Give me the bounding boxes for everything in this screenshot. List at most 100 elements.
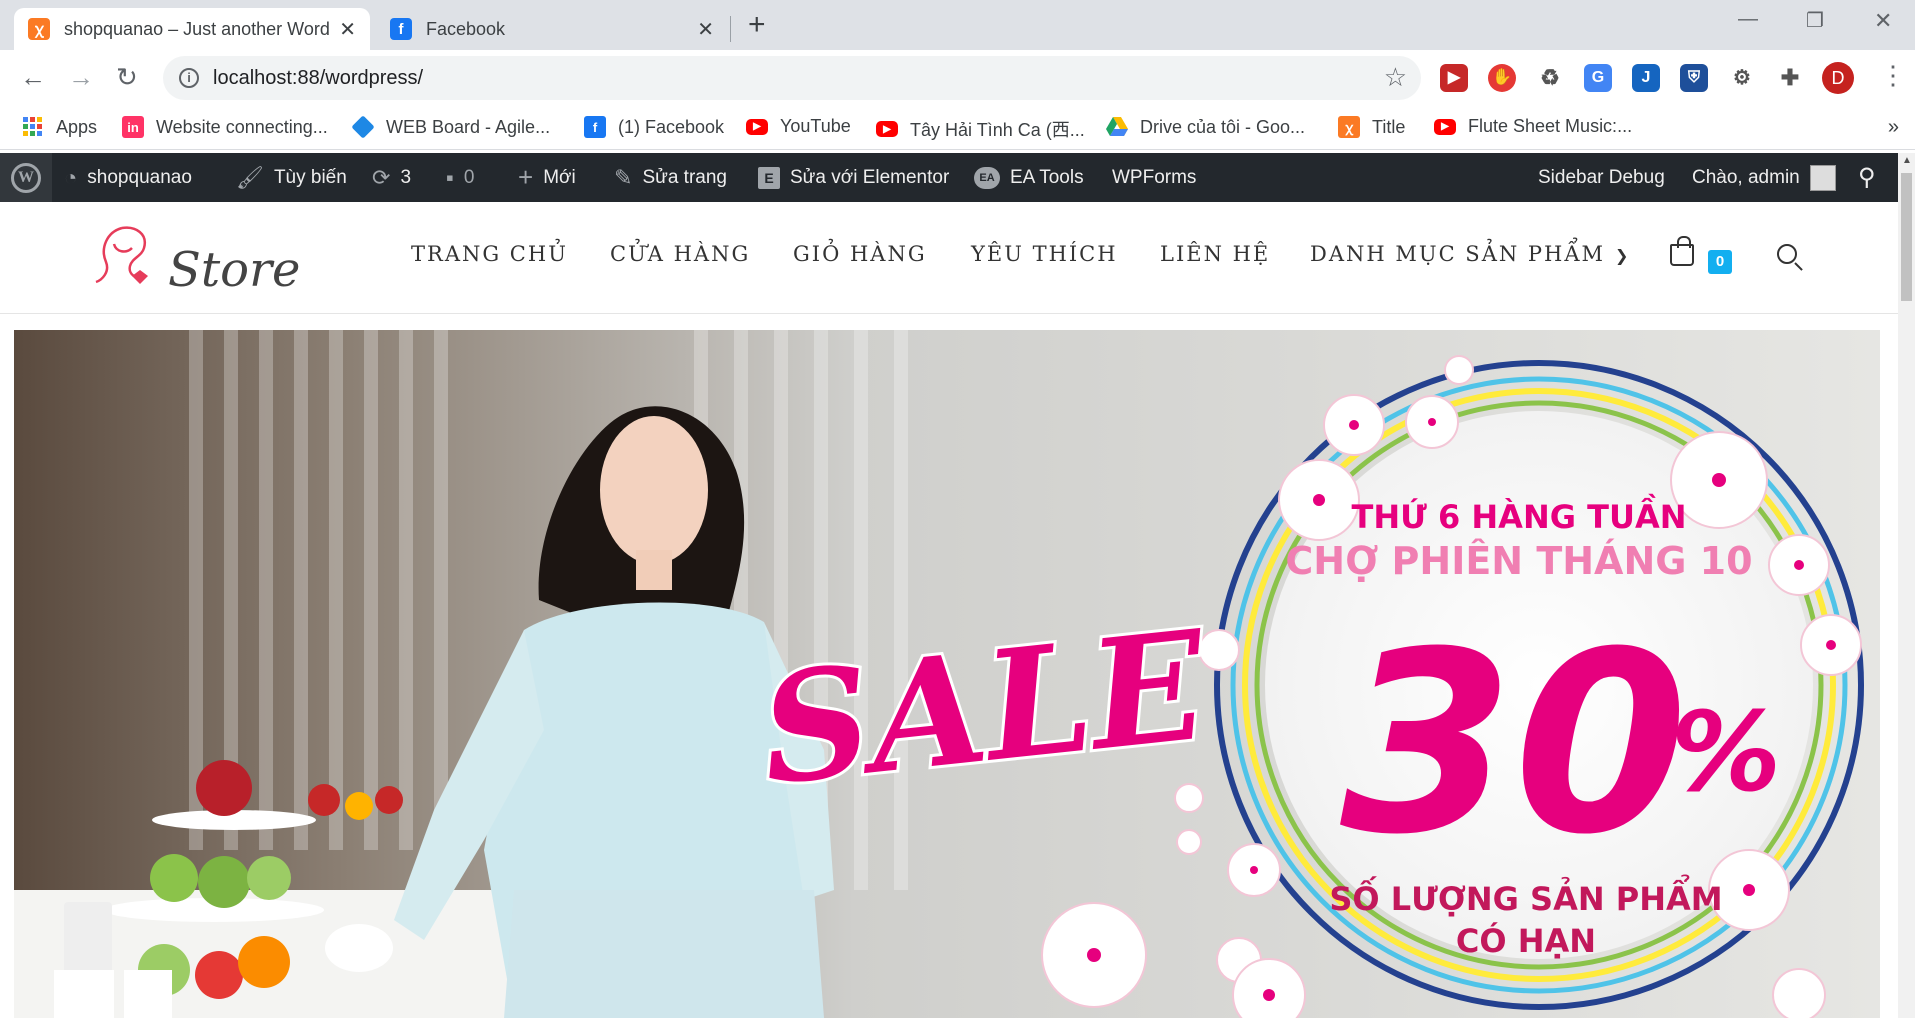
comment-bubble-icon: ▪: [446, 164, 454, 190]
nav-home[interactable]: TRANG CHỦ: [411, 242, 568, 266]
address-url[interactable]: localhost:88/wordpress/: [213, 67, 423, 90]
dashboard-gauge-icon: ◔: [64, 164, 78, 190]
bookmark-facebook[interactable]: f (1) Facebook: [584, 116, 724, 138]
bookmark-tay-hai-tinh-ca[interactable]: ▶ Tây Hải Tình Ca (西...: [876, 116, 1085, 142]
extension-bike-icon[interactable]: ⚙: [1728, 64, 1756, 92]
reload-icon[interactable]: ↻: [116, 62, 138, 92]
restore-window-icon[interactable]: ❐: [1806, 8, 1824, 33]
admin-edit-page[interactable]: ✎ Sửa trang: [614, 153, 727, 202]
bookmark-website-connecting[interactable]: in Website connecting...: [122, 116, 328, 138]
bookmark-drive[interactable]: Drive của tôi - Goo...: [1106, 116, 1305, 138]
admin-search[interactable]: ⚲: [1858, 153, 1876, 202]
nav-shop[interactable]: CỬA HÀNG: [610, 242, 750, 266]
drive-icon: [1106, 116, 1128, 138]
banner-line3: SỐ LƯỢNG SẢN PHẨM: [1329, 875, 1722, 918]
site-info-icon[interactable]: i: [179, 68, 199, 88]
logo-woman-silhouette: [95, 226, 148, 284]
pencil-icon: ✎: [614, 164, 633, 190]
browser-menu-icon[interactable]: ⋮: [1880, 60, 1906, 91]
chevron-down-icon: ❯: [1615, 246, 1631, 265]
close-window-icon[interactable]: ✕: [1874, 8, 1892, 34]
extension-recycle-icon[interactable]: ♻: [1536, 64, 1564, 92]
admin-avatar: [1809, 164, 1836, 191]
elementor-icon: E: [758, 166, 780, 189]
bookmark-apps[interactable]: Apps: [22, 116, 97, 138]
bookmark-label: WEB Board - Agile...: [386, 116, 551, 137]
cart-count-badge: 0: [1708, 250, 1732, 274]
bookmark-label: Flute Sheet Music:...: [1468, 116, 1633, 136]
banner-artwork: THỨ 6 HÀNG TUẦN CHỢ PHIÊN THÁNG 10 SALE …: [14, 330, 1880, 1018]
nav-contact[interactable]: LIÊN HỆ: [1160, 242, 1270, 266]
tab-title: Facebook: [426, 18, 506, 39]
bookmark-title[interactable]: ꭓ Title: [1338, 116, 1405, 138]
browser-toolbar: ← → ↻ i localhost:88/wordpress/ ☆ ▶ ✋ ♻ …: [0, 50, 1915, 106]
admin-greeting-label: Chào, admin: [1692, 166, 1800, 188]
nav-cart[interactable]: GIỎ HÀNG: [793, 242, 927, 266]
admin-account[interactable]: Chào, admin: [1692, 153, 1836, 202]
admin-elementor[interactable]: E Sửa với Elementor: [758, 153, 949, 202]
admin-updates[interactable]: ⟳ 3: [372, 153, 411, 202]
nav-product-categories[interactable]: DANH MỤC SẢN PHẨM ❯: [1310, 242, 1630, 266]
bookmark-flute-sheet-music[interactable]: ▶ Flute Sheet Music:...: [1434, 116, 1632, 137]
admin-customize[interactable]: 🖌 Tùy biến: [236, 153, 347, 202]
apps-grid-icon: [22, 116, 44, 138]
hero-sale-banner[interactable]: THỨ 6 HÀNG TUẦN CHỢ PHIÊN THÁNG 10 SALE …: [14, 330, 1880, 1018]
youtube-icon: ▶: [1434, 118, 1456, 135]
new-tab-button[interactable]: +: [748, 8, 766, 42]
xampp-icon: ꭓ: [28, 18, 50, 40]
extensions-puzzle-icon[interactable]: ✚: [1776, 64, 1804, 92]
browser-tab-strip: ꭓ shopquanao – Just another Word ✕ f Fac…: [0, 0, 1915, 50]
bookmarks-overflow-icon[interactable]: »: [1888, 116, 1899, 139]
page-scrollbar[interactable]: ▲: [1898, 153, 1915, 1018]
profile-avatar[interactable]: D: [1822, 62, 1854, 94]
tab-separator: [730, 16, 731, 42]
paintbrush-icon: 🖌: [236, 164, 264, 190]
wp-admin-bar: W ◔ shopquanao 🖌 Tùy biến ⟳ 3 ▪ 0 + Mới …: [0, 153, 1898, 202]
tab-facebook[interactable]: f Facebook ✕: [376, 8, 728, 50]
nav-wishlist[interactable]: YÊU THÍCH: [971, 242, 1118, 266]
admin-ea-tools-label: EA Tools: [1010, 166, 1084, 188]
bookmark-web-board[interactable]: WEB Board - Agile...: [351, 115, 551, 139]
admin-comments[interactable]: ▪ 0: [446, 153, 474, 202]
site-header: Store TRANG CHỦ CỬA HÀNG GIỎ HÀNG YÊU TH…: [0, 202, 1898, 314]
site-logo[interactable]: Store: [92, 218, 300, 298]
mug-right: [124, 970, 172, 1018]
bookmark-star-icon[interactable]: ☆: [1384, 62, 1407, 93]
extension-translate-icon[interactable]: G: [1584, 64, 1612, 92]
banner-line2: CHỢ PHIÊN THÁNG 10: [1285, 539, 1752, 583]
extension-j-icon[interactable]: J: [1632, 64, 1660, 92]
extension-shield-icon[interactable]: ⛨: [1680, 64, 1708, 92]
extension-video-icon[interactable]: ▶: [1440, 64, 1468, 92]
address-bar[interactable]: i localhost:88/wordpress/ ☆: [163, 56, 1421, 100]
admin-site-name[interactable]: ◔ shopquanao: [64, 153, 192, 202]
admin-new[interactable]: + Mới: [518, 153, 576, 202]
banner-percent-sign: %: [1671, 688, 1781, 816]
admin-new-label: Mới: [543, 166, 576, 188]
bookmark-label: Apps: [56, 116, 98, 137]
bookmark-label: YouTube: [780, 116, 851, 136]
banner-line4: CÓ HẠN: [1456, 921, 1596, 960]
tab-shopquanao[interactable]: ꭓ shopquanao – Just another Word ✕: [14, 8, 370, 50]
admin-sidebar-debug[interactable]: Sidebar Debug: [1538, 153, 1665, 202]
admin-edit-page-label: Sửa trang: [642, 166, 727, 188]
close-tab-icon[interactable]: ✕: [339, 17, 356, 42]
facebook-icon: f: [584, 116, 606, 138]
updates-refresh-icon: ⟳: [372, 164, 391, 190]
scrollbar-thumb[interactable]: [1901, 173, 1912, 301]
bookmark-label: Tây Hải Tình Ca (西...: [910, 120, 1085, 140]
minimize-window-icon[interactable]: —: [1738, 8, 1758, 31]
bookmark-label: Title: [1372, 116, 1406, 137]
admin-ea-tools[interactable]: EA EA Tools: [974, 153, 1084, 202]
diamond-icon: [351, 115, 375, 139]
header-search-icon[interactable]: [1777, 244, 1797, 264]
scroll-up-arrow-icon[interactable]: ▲: [1902, 155, 1912, 166]
bookmark-youtube[interactable]: ▶ YouTube: [746, 116, 851, 137]
close-tab-icon[interactable]: ✕: [697, 17, 714, 42]
wordpress-logo-icon[interactable]: W: [0, 153, 52, 202]
extension-stop-icon[interactable]: ✋: [1488, 64, 1516, 92]
admin-comments-count: 0: [463, 166, 475, 188]
admin-wpforms[interactable]: WPForms: [1112, 153, 1196, 202]
forward-arrow-icon[interactable]: →: [68, 62, 94, 92]
header-cart[interactable]: 0: [1670, 236, 1732, 274]
back-arrow-icon[interactable]: ←: [20, 62, 46, 92]
